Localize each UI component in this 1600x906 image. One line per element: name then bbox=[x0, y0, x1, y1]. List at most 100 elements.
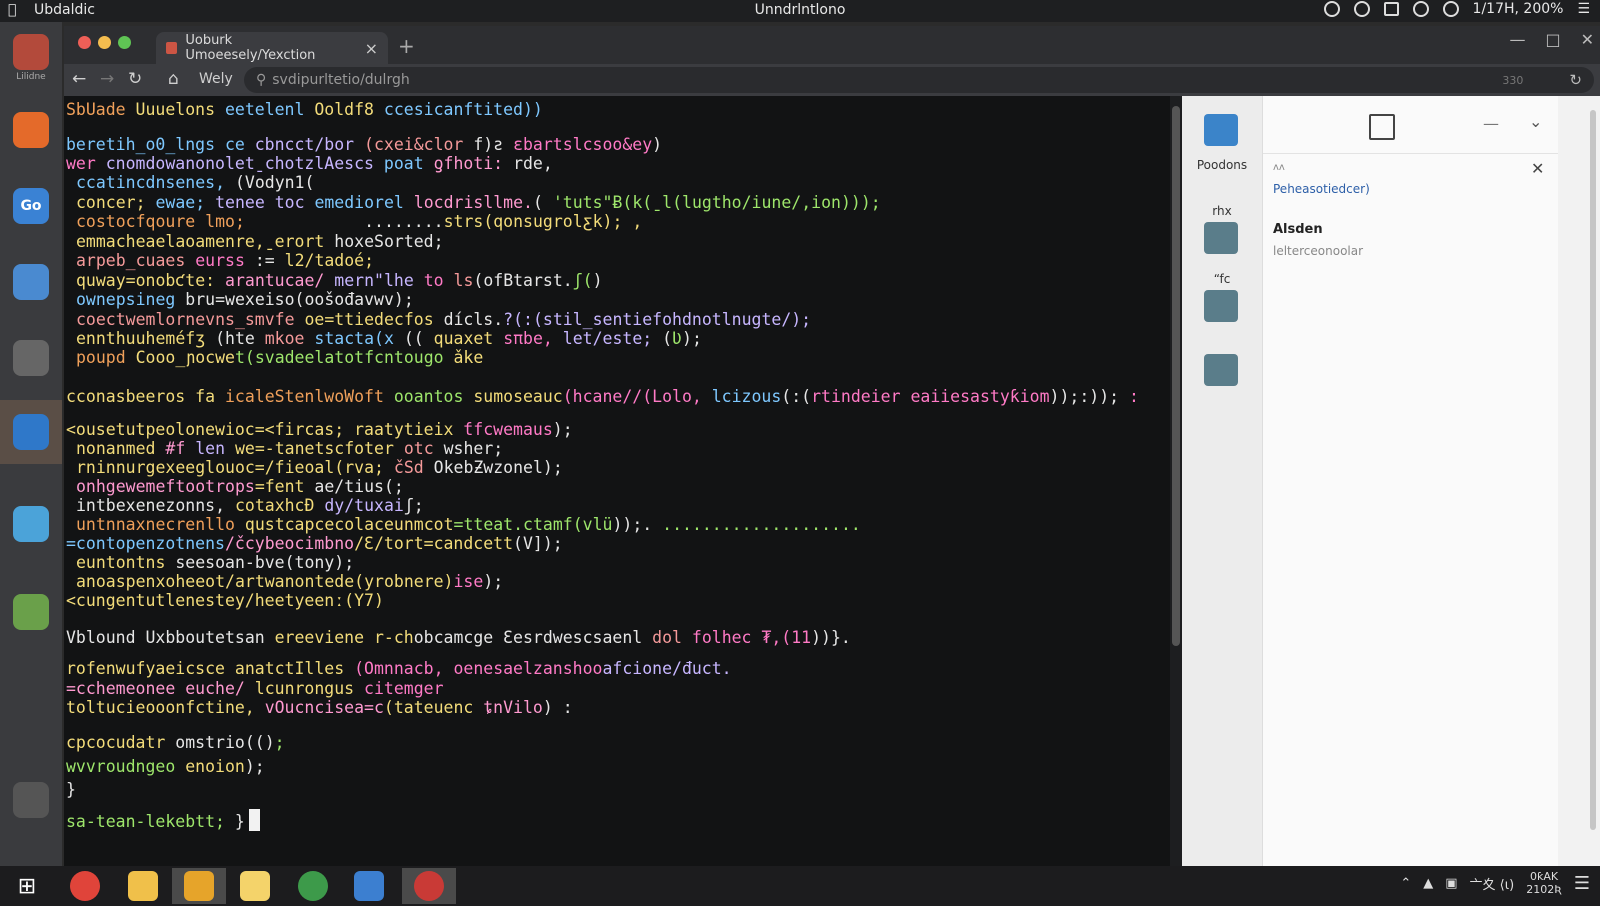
dock-app-tools[interactable] bbox=[0, 492, 62, 556]
sync-icon[interactable] bbox=[1323, 1, 1340, 17]
code-terminal[interactable]: SbUade Uuuelons eetelenl Ooldf8 ccesican… bbox=[64, 96, 1170, 866]
code-line: Vblound Uxbboutetsan ereeviene r-chobcam… bbox=[66, 628, 851, 647]
code-token: let/este; bbox=[562, 329, 663, 348]
apple-menu-icon[interactable]:  bbox=[8, 2, 16, 18]
zoom-indicator: 330 bbox=[1502, 73, 1524, 87]
scrollbar-thumb[interactable] bbox=[1172, 106, 1180, 646]
drive-icon[interactable] bbox=[1204, 354, 1238, 386]
code-token: (Vodyn1( bbox=[234, 173, 315, 192]
address-bar[interactable]: ⚲ svdipurltetio/dulrgh 330 ↻ bbox=[244, 67, 1594, 93]
code-token: Vblound bbox=[66, 628, 146, 647]
page-scrollbar[interactable] bbox=[1558, 96, 1600, 866]
taskbar-editor[interactable] bbox=[172, 868, 226, 904]
code-token: untnnaxnecrenllo bbox=[76, 515, 245, 534]
tray-icons-label[interactable]: ⼇⼢ ⟨ɩ) bbox=[1470, 874, 1515, 893]
collapse-icon[interactable]: — bbox=[1483, 114, 1499, 133]
code-token: } bbox=[66, 780, 76, 799]
code-token: lcunrongus bbox=[254, 679, 365, 698]
refresh-icon[interactable] bbox=[1353, 1, 1370, 17]
code-token: Ɛesrdwescsaenl bbox=[503, 628, 653, 647]
reload-icon[interactable]: ↻ bbox=[128, 69, 142, 89]
chevron-up-icon[interactable]: ⌃ bbox=[1400, 876, 1411, 891]
browser-toolbar: ← → ↻ ⌂ Wely ⚲ svdipurltetio/dulrgh 330 … bbox=[64, 64, 1600, 96]
side-panel-header: — ⌄ bbox=[1263, 96, 1558, 154]
code-token: otc bbox=[403, 439, 444, 458]
code-token: sa-tean-lekebtt; bbox=[66, 812, 235, 831]
hamburger-menu-icon[interactable]: ☰ bbox=[1577, 1, 1590, 17]
code-token: euntontns bbox=[76, 553, 176, 572]
code-token: rtindeier eaiiesastyƙiom bbox=[811, 387, 1050, 406]
close-panel-icon[interactable]: ✕ bbox=[1531, 159, 1544, 178]
code-token: cconasbeeros fa bbox=[66, 387, 225, 406]
side-panel-link[interactable]: Peheasotiedcer) bbox=[1273, 182, 1370, 196]
window-icon[interactable] bbox=[1383, 2, 1399, 16]
code-line: <cungentutlenestey/heetyeenː(Y7) bbox=[66, 591, 384, 610]
taskbar-files[interactable] bbox=[116, 868, 170, 904]
dock-app-spreadsheet[interactable] bbox=[0, 580, 62, 644]
code-token: concer; bbox=[76, 193, 156, 212]
dock-app-camera[interactable] bbox=[0, 326, 62, 390]
network-icon[interactable]: ▲ bbox=[1423, 876, 1433, 891]
chevron-down-icon[interactable]: ⌄ bbox=[1529, 112, 1542, 131]
taskbar-chrome[interactable] bbox=[58, 868, 112, 904]
folder-icon[interactable] bbox=[1204, 114, 1238, 146]
close-tab-icon[interactable]: × bbox=[365, 39, 378, 58]
page-scrollbar-thumb[interactable] bbox=[1590, 110, 1596, 830]
clock[interactable]: 0ƙAK 2102Ʀ bbox=[1526, 870, 1562, 896]
dock-app-firefox[interactable] bbox=[0, 98, 62, 162]
dock-app-profile[interactable]: Lilidne bbox=[0, 26, 62, 90]
home-icon[interactable]: ⌂ bbox=[168, 69, 179, 89]
code-token: (V]); bbox=[513, 534, 563, 553]
notification-icon[interactable]: ☰ bbox=[1574, 873, 1590, 894]
terminal-scrollbar[interactable] bbox=[1170, 96, 1182, 866]
code-token: icaleStenlwoWoft bbox=[224, 387, 394, 406]
code-token: 'tuts"Ƀ(k(ˍl(lugtho/iune/,ion))); bbox=[552, 193, 881, 212]
code-token: enoion bbox=[185, 757, 245, 776]
back-arrow-icon[interactable]: ← bbox=[72, 69, 86, 89]
close-window-button[interactable] bbox=[78, 36, 91, 49]
code-token: oe=ttiedecfos bbox=[304, 310, 444, 329]
code-token: mern"lhe bbox=[334, 271, 424, 290]
page-refresh-icon[interactable]: ↻ bbox=[1569, 71, 1582, 89]
file-panel-label: Poodons bbox=[1196, 158, 1248, 172]
start-button[interactable]: ⊞ bbox=[0, 868, 54, 904]
code-token: ewae; bbox=[155, 193, 216, 212]
taskbar-notepad[interactable] bbox=[342, 868, 396, 904]
browser-tab[interactable]: Uoburk Umoeesely/Yexction × bbox=[156, 32, 388, 64]
code-line: ownepsineg bru=wexeiso(oošođavwv); bbox=[66, 290, 414, 309]
minimize-icon[interactable]: — bbox=[1509, 30, 1525, 49]
code-token: t(svadeelatotfcntougo bbox=[234, 348, 454, 367]
maximize-icon[interactable]: □ bbox=[1545, 30, 1560, 49]
code-token: wvvroudngeo bbox=[66, 757, 186, 776]
forward-arrow-icon[interactable]: → bbox=[100, 69, 114, 89]
code-token: .................... bbox=[662, 515, 861, 534]
dock-app-monitor[interactable] bbox=[0, 250, 62, 314]
active-app-name[interactable]: Ubdaldic bbox=[34, 2, 95, 18]
file-panel-label: rhx bbox=[1212, 204, 1232, 218]
code-token: lcizous bbox=[711, 387, 782, 406]
new-tab-button[interactable]: + bbox=[398, 34, 415, 58]
recorder-icon bbox=[414, 871, 444, 901]
dock-app-files[interactable]: Go bbox=[0, 174, 62, 238]
taskbar-recorder[interactable] bbox=[402, 868, 456, 904]
code-line: concer; ewae; tenee toc emediorel locdri… bbox=[66, 193, 881, 212]
dock-app-notes[interactable] bbox=[0, 400, 62, 464]
bookmark-label[interactable]: Wely bbox=[199, 71, 233, 87]
drive-icon[interactable] bbox=[1204, 222, 1238, 254]
wifi-icon[interactable] bbox=[1412, 1, 1429, 17]
code-line: beretih_o0_lngs ce cbncct/bor (cxei&clor… bbox=[66, 135, 662, 154]
minimize-window-button[interactable] bbox=[98, 36, 111, 49]
battery-status[interactable]: 1/17H, 200% bbox=[1473, 1, 1564, 17]
clock-icon[interactable] bbox=[1442, 1, 1459, 17]
taskbar-chrome-2[interactable] bbox=[286, 868, 340, 904]
close-icon[interactable]: ✕ bbox=[1581, 30, 1594, 49]
code-token: ); bbox=[483, 572, 504, 591]
dock-app-disk[interactable] bbox=[0, 768, 62, 832]
display-icon[interactable]: ▣ bbox=[1445, 876, 1457, 891]
code-token: dy/tuxai bbox=[324, 496, 404, 515]
drive-icon[interactable] bbox=[1204, 290, 1238, 322]
code-token: ) bbox=[592, 271, 603, 290]
document-icon[interactable] bbox=[1369, 114, 1395, 140]
taskbar-explorer[interactable] bbox=[228, 868, 282, 904]
zoom-window-button[interactable] bbox=[118, 36, 131, 49]
